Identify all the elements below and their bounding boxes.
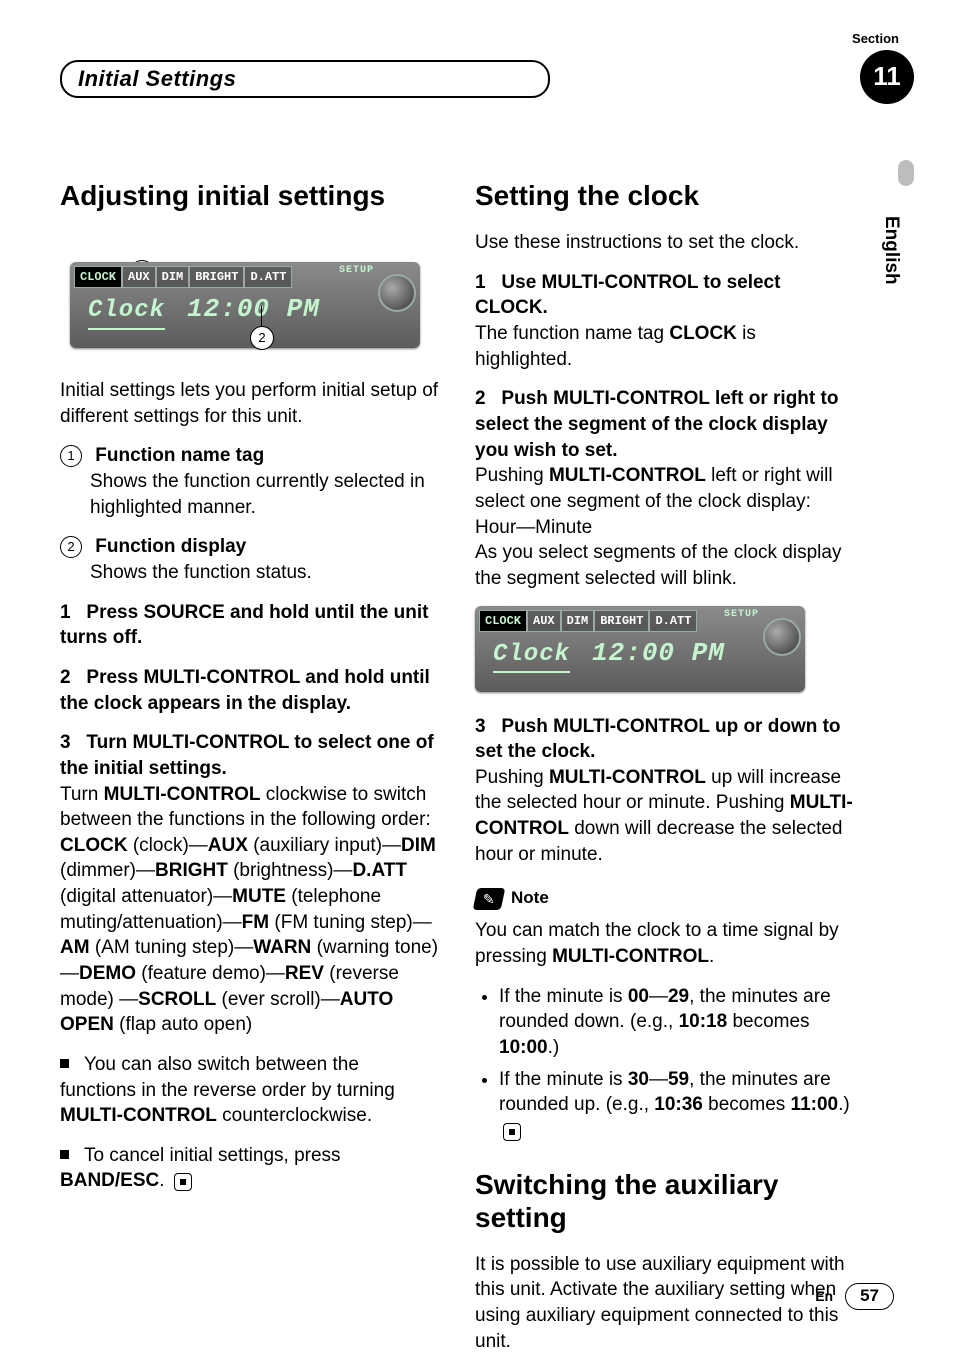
note-list: If the minute is 00—29, the minutes are … bbox=[475, 984, 854, 1144]
section-label: Section bbox=[852, 30, 899, 48]
square-bullet-icon bbox=[60, 1150, 69, 1159]
lcd-function-name: Clock bbox=[88, 295, 165, 329]
heading-switching-auxiliary: Switching the auxiliary setting bbox=[475, 1169, 854, 1233]
lcd-tab-dim: DIM bbox=[561, 610, 595, 632]
lcd-tab-datt: D.ATT bbox=[244, 266, 292, 288]
lcd-setup-tag: SETUP bbox=[724, 608, 759, 622]
lcd-illustration-small: SETUP CLOCK AUX DIM BRIGHT D.ATT Clock 1… bbox=[475, 606, 805, 692]
legend-1-title: Function name tag bbox=[95, 445, 264, 466]
lcd-tab-clock: CLOCK bbox=[74, 266, 122, 288]
legend-item-2: 2 Function display Shows the function st… bbox=[60, 534, 439, 585]
right-column: Setting the clock Use these instructions… bbox=[475, 180, 854, 1368]
circled-2-icon: 2 bbox=[60, 536, 82, 558]
clock-step-3: 3 Push MULTI-CONTROL up or down to set t… bbox=[475, 714, 854, 868]
section-title-pill: Initial Settings bbox=[60, 60, 550, 98]
lcd-tab-bright: BRIGHT bbox=[189, 266, 244, 288]
heading-adjusting-initial-settings: Adjusting initial settings bbox=[60, 180, 439, 212]
lcd-function-value: 12:00 PM bbox=[187, 292, 320, 327]
lcd-screen-small: SETUP CLOCK AUX DIM BRIGHT D.ATT Clock 1… bbox=[475, 606, 805, 692]
callout-2: 2 bbox=[250, 326, 274, 350]
note-item-1: If the minute is 00—29, the minutes are … bbox=[499, 984, 854, 1061]
intro-text: Initial settings lets you perform initia… bbox=[60, 378, 439, 429]
lcd-tab-aux: AUX bbox=[527, 610, 561, 632]
footer-lang: En bbox=[815, 1287, 833, 1306]
heading-setting-the-clock: Setting the clock bbox=[475, 180, 854, 212]
legend-2-title: Function display bbox=[95, 536, 246, 557]
lcd-function-name: Clock bbox=[493, 639, 570, 673]
note-label: Note bbox=[511, 887, 549, 910]
note-item-2: If the minute is 30—59, the minutes are … bbox=[499, 1067, 854, 1144]
lcd-setup-tag: SETUP bbox=[339, 264, 374, 278]
clock-intro: Use these instructions to set the clock. bbox=[475, 230, 854, 256]
legend-2-body: Shows the function status. bbox=[90, 560, 439, 586]
end-icon bbox=[503, 1123, 521, 1141]
note-heading: ✎ Note bbox=[475, 887, 854, 910]
tip-reverse-order: You can also switch between the function… bbox=[60, 1052, 439, 1129]
note-icon: ✎ bbox=[473, 888, 506, 910]
end-icon bbox=[174, 1173, 192, 1191]
circled-1-icon: 1 bbox=[60, 445, 82, 467]
lcd-tab-clock: CLOCK bbox=[479, 610, 527, 632]
language-tab-label: English bbox=[878, 216, 904, 285]
section-number-badge: 11 bbox=[860, 50, 914, 104]
lcd-knob-icon bbox=[380, 276, 414, 310]
lcd-tab-datt: D.ATT bbox=[649, 610, 697, 632]
legend-item-1: 1 Function name tag Shows the function c… bbox=[60, 443, 439, 520]
step-1: 1 Press SOURCE and hold until the unit t… bbox=[60, 600, 439, 651]
note-intro: You can match the clock to a time signal… bbox=[475, 918, 854, 969]
callout-2-line bbox=[261, 306, 262, 326]
tip-cancel: To cancel initial settings, press BAND/E… bbox=[60, 1143, 439, 1194]
language-tab: English bbox=[876, 190, 906, 310]
footer-page-number: 57 bbox=[845, 1283, 894, 1310]
clock-step-1: 1 Use MULTI-CONTROL to select CLOCK. The… bbox=[475, 270, 854, 373]
lcd-tab-bright: BRIGHT bbox=[594, 610, 649, 632]
step-2: 2 Press MULTI-CONTROL and hold until the… bbox=[60, 665, 439, 716]
lcd-knob-icon bbox=[765, 620, 799, 654]
clock-step-2: 2 Push MULTI-CONTROL left or right to se… bbox=[475, 386, 854, 591]
square-bullet-icon bbox=[60, 1059, 69, 1068]
aux-body: It is possible to use auxiliary equipmen… bbox=[475, 1252, 854, 1355]
step-3: 3 Turn MULTI-CONTROL to select one of th… bbox=[60, 730, 439, 1038]
lcd-illustration: 1 SETUP CLOCK AUX DIM BRIGHT D.ATT Clock… bbox=[70, 262, 420, 348]
lcd-function-value: 12:00 PM bbox=[592, 636, 725, 671]
lcd-screen: SETUP CLOCK AUX DIM BRIGHT D.ATT Clock 1… bbox=[70, 262, 420, 348]
left-column: Adjusting initial settings 1 SETUP CLOCK… bbox=[60, 180, 439, 1368]
page-footer: En 57 bbox=[815, 1283, 894, 1310]
legend-1-body: Shows the function currently selected in… bbox=[90, 469, 439, 520]
tab-stub bbox=[898, 160, 914, 186]
lcd-tab-dim: DIM bbox=[156, 266, 190, 288]
lcd-tab-aux: AUX bbox=[122, 266, 156, 288]
